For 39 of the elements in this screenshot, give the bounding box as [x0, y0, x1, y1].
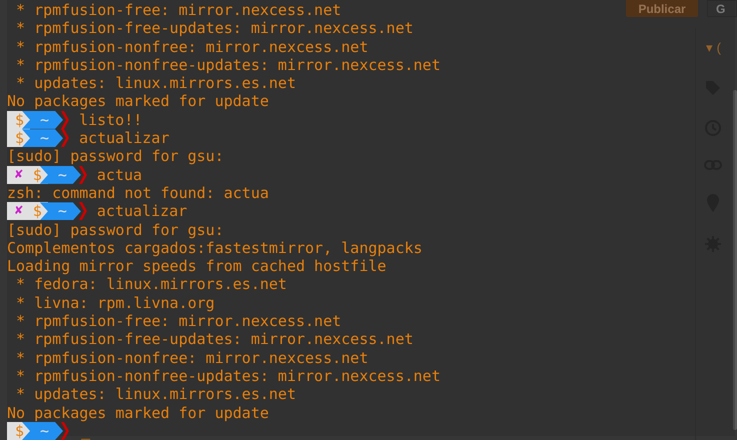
terminal-output-line: * updates: linux.mirrors.es.net	[15, 74, 296, 92]
terminal-command: actualizar	[96, 202, 188, 221]
save-button[interactable]: G	[707, 0, 737, 17]
terminal-output-line: zsh: command not found: actua	[7, 184, 269, 202]
sidebar-section-toggle[interactable]: ▾ (	[706, 40, 721, 55]
terminal-output-line: * fedora: linux.mirrors.es.net	[15, 275, 287, 294]
prompt-arrow-icon	[61, 129, 70, 148]
prompt-arrow-icon	[61, 422, 70, 440]
terminal-output-line: * rpmfusion-free-updates: mirror.nexcess.net	[15, 19, 414, 38]
terminal-output-line: * livna: rpm.livna.org	[15, 294, 215, 312]
terminal-command: listo!!	[79, 110, 142, 130]
terminal-cursor: _	[81, 422, 90, 440]
terminal-output-line: Loading mirror speeds from cached hostfile	[7, 257, 386, 276]
terminal-output-line: * updates: linux.mirrors.es.net	[15, 385, 296, 404]
prompt-status-segment: ✘ $	[7, 166, 48, 184]
prompt-directory-segment: ~	[40, 166, 81, 184]
terminal-output-line: Complementos cargados:fastestmirror, langpacks	[7, 238, 422, 258]
prompt-arrow-icon	[78, 202, 87, 220]
terminal-command: actua	[96, 166, 142, 184]
terminal-output-line: [sudo] password for gsu:	[7, 220, 224, 239]
terminal-output-line: * rpmfusion-free: mirror.nexcess.net	[15, 312, 342, 330]
terminal-output-line: No packages marked for update	[7, 92, 269, 111]
prompt-directory-segment: ~	[22, 129, 64, 148]
terminal-output-line: * rpmfusion-nonfree-updates: mirror.nexcess.net	[15, 56, 440, 74]
scrollbar[interactable]	[733, 90, 737, 430]
prompt-arrow-icon	[78, 166, 87, 184]
terminal-output-line: * rpmfusion-nonfree-updates: mirror.nexcess.net	[15, 366, 440, 386]
terminal-output-line: * rpmfusion-free: mirror.nexcess.net	[15, 1, 342, 20]
prompt-directory-segment: ~	[40, 202, 81, 220]
terminal-output-line: * rpmfusion-nonfree: mirror.nexcess.net	[15, 348, 368, 367]
prompt-directory-segment: ~	[22, 422, 64, 440]
publish-button[interactable]: Publicar	[626, 0, 698, 17]
terminal-output-line: * rpmfusion-nonfree: mirror.nexcess.net	[15, 38, 368, 56]
prompt-directory-segment: ~	[22, 110, 64, 129]
terminal-output-line: [sudo] password for gsu:	[7, 147, 224, 166]
terminal-command: actualizar	[79, 129, 170, 148]
terminal-output-line: * rpmfusion-free-updates: mirror.nexcess.net	[15, 330, 414, 349]
prompt-arrow-icon	[61, 110, 70, 129]
terminal-output-line: No packages marked for update	[7, 404, 269, 422]
